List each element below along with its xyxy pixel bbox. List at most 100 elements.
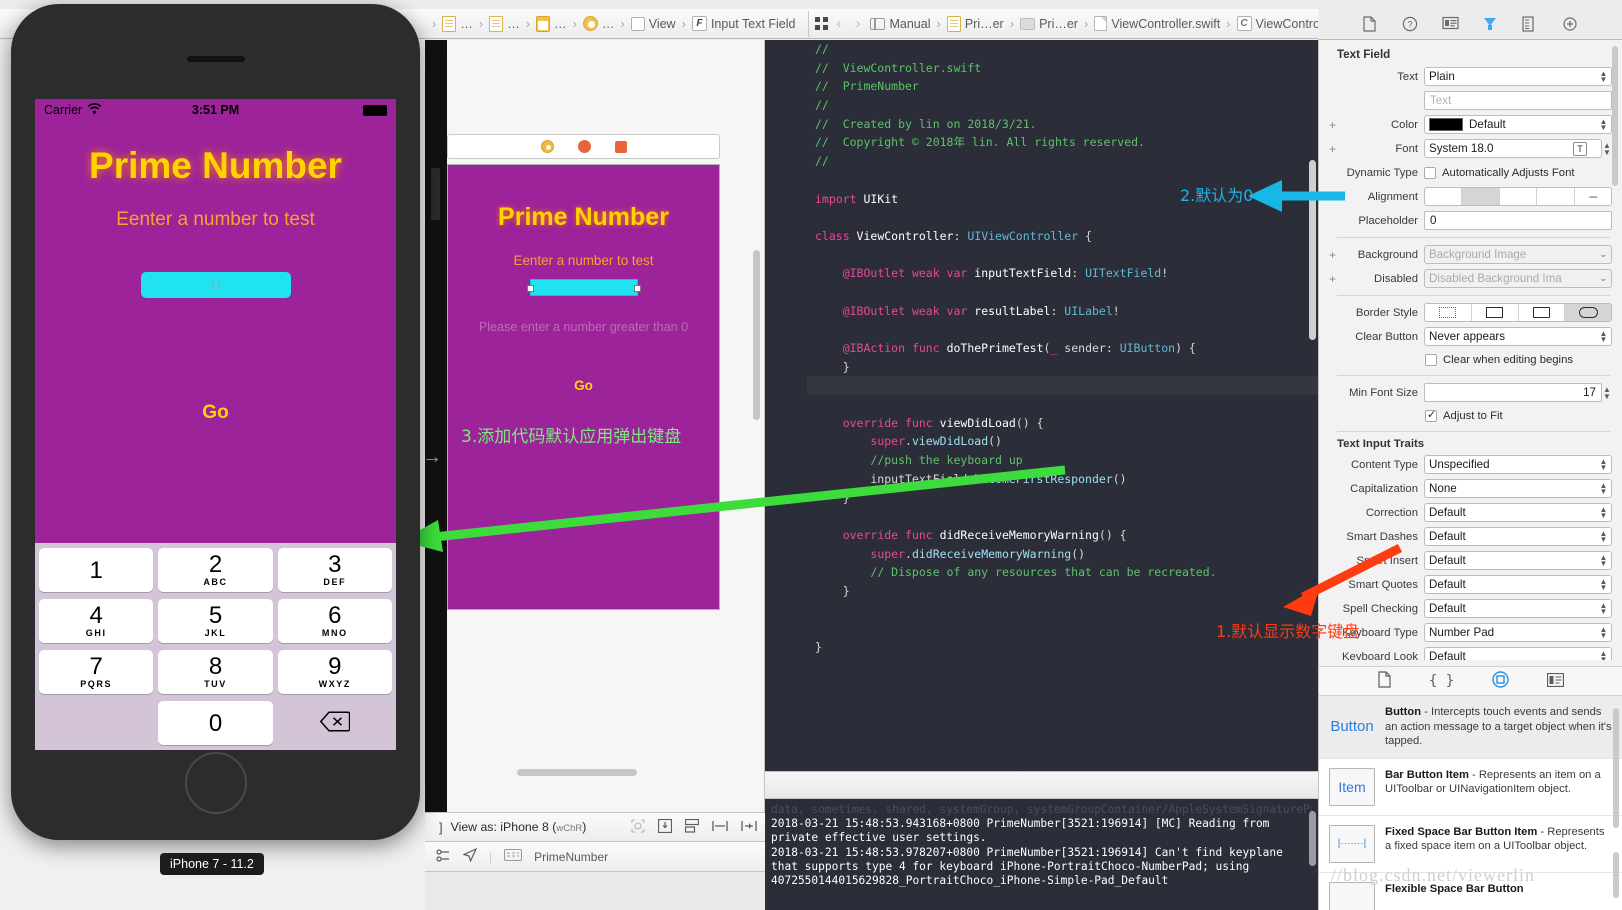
disabled-add-variation[interactable]: + (1327, 272, 1338, 286)
inspector-scrollbar[interactable] (1612, 46, 1618, 186)
font-add-variation[interactable]: + (1327, 142, 1338, 156)
align-icon[interactable] (684, 818, 700, 836)
identity-inspector-icon[interactable] (1442, 16, 1459, 32)
crumb-group-doc[interactable]: … (486, 15, 523, 32)
library-item[interactable]: |·······| Fixed Space Bar Button Item - R… (1319, 816, 1622, 873)
key-2[interactable]: 2 ABC (158, 548, 273, 592)
crumb-folder[interactable]: Pri…er (1017, 17, 1081, 31)
view-as-label[interactable]: View as: iPhone 8 (wChR) (451, 820, 587, 834)
border-line-button[interactable] (1472, 304, 1519, 321)
color-add-variation[interactable]: + (1327, 118, 1338, 132)
background-select[interactable]: Background Image ⌄ (1424, 245, 1612, 264)
text-content-input[interactable]: Text (1424, 91, 1612, 110)
debug-console[interactable]: data, sometimes, shared, systemGroup, sy… (765, 771, 1318, 910)
clear-when-editing-checkbox[interactable] (1425, 353, 1437, 366)
ios-simulator-window[interactable]: Carrier 3:51 PM Prime Number Eenter a nu… (11, 4, 420, 840)
crumb-project[interactable]: Pri…er (944, 15, 1007, 32)
first-responder-dock-icon[interactable] (577, 140, 591, 153)
auto-adjust-font-checkbox[interactable] (1424, 166, 1436, 179)
canvas-v-scrollbar[interactable] (753, 250, 760, 420)
align-justify-button[interactable] (1537, 188, 1575, 205)
resize-handle-left[interactable] (527, 285, 534, 292)
trait-select[interactable]: Default ▲ ▼ (1424, 575, 1612, 594)
app-input-text-field[interactable]: 0 (141, 272, 291, 298)
clear-button-select[interactable]: Never appears ▲ ▼ (1424, 327, 1612, 346)
attributes-inspector-icon[interactable] (1482, 16, 1498, 32)
trait-select[interactable]: Number Pad ▲ ▼ (1424, 623, 1612, 642)
crumb-scene[interactable]: … (580, 16, 618, 31)
canvas-h-scrollbar[interactable] (517, 769, 637, 776)
library-item[interactable]: Button Button - Intercepts touch events a… (1319, 696, 1622, 759)
attributes-inspector[interactable]: Text Field Text Plain ▲ ▼ Text + Color Def… (1318, 40, 1622, 910)
key-7[interactable]: 7 PQRS (39, 650, 154, 694)
align-right-button[interactable] (1500, 188, 1538, 205)
font-picker-icon[interactable]: T (1573, 142, 1587, 156)
scene-input-text-field[interactable] (527, 279, 641, 296)
color-swatch[interactable] (1429, 118, 1463, 131)
align-natural-button[interactable]: --- (1575, 188, 1611, 205)
placeholder-input[interactable]: 0 (1424, 211, 1612, 230)
trait-select[interactable]: Default ▲ ▼ (1424, 527, 1612, 546)
resize-handle-right[interactable] (634, 285, 641, 292)
scene-dock[interactable] (447, 134, 720, 159)
quick-help-icon[interactable]: ? (1402, 16, 1418, 32)
color-select[interactable]: Default ▲ ▼ (1424, 115, 1612, 134)
scheme-label[interactable]: PrimeNumber (534, 850, 608, 864)
library-scrollbar[interactable] (1613, 708, 1619, 828)
file-inspector-icon[interactable] (1362, 16, 1378, 32)
border-style-segments[interactable] (1424, 303, 1612, 322)
min-font-size-input[interactable]: 17 (1424, 383, 1602, 402)
media-library-icon[interactable] (1547, 672, 1565, 690)
trait-select[interactable]: Default ▲ ▼ (1424, 647, 1612, 660)
alignment-segments[interactable]: --- (1424, 187, 1612, 206)
crumb-project-doc[interactable]: … (439, 15, 476, 32)
align-center-button[interactable] (1462, 188, 1500, 205)
app-go-button[interactable]: Go (35, 402, 396, 424)
key-8[interactable]: 8 TUV (158, 650, 273, 694)
console-scrollbar[interactable] (1309, 811, 1316, 866)
min-font-size-stepper[interactable]: ▲ ▼ (1602, 385, 1612, 400)
key-6[interactable]: 6 MNO (277, 599, 392, 643)
editor-scrollbar[interactable] (1309, 160, 1316, 340)
border-bezel-button[interactable] (1519, 304, 1566, 321)
key-0[interactable]: 0 (158, 701, 273, 745)
code-snippet-library-icon[interactable]: { } (1429, 673, 1454, 689)
exit-dock-icon[interactable] (614, 140, 627, 153)
key-9[interactable]: 9 WXYZ (277, 650, 392, 694)
scene-go-button[interactable]: Go (448, 378, 719, 393)
background-add-variation[interactable]: + (1327, 248, 1338, 262)
crumb-input-text-field[interactable]: F Input Text Field (689, 16, 799, 31)
crumb-storyboard[interactable]: … (533, 15, 570, 32)
key-5[interactable]: 5 JKL (158, 599, 273, 643)
object-library-list[interactable]: Button Button - Intercepts touch events a… (1319, 696, 1622, 910)
simulator-screen[interactable]: Carrier 3:51 PM Prime Number Eenter a nu… (35, 99, 396, 750)
crumb-manual[interactable]: Manual (867, 17, 933, 31)
border-rounded-button[interactable] (1565, 304, 1611, 321)
trait-select[interactable]: Default ▲ ▼ (1424, 503, 1612, 522)
file-template-library-icon[interactable] (1377, 671, 1391, 691)
view-controller-dock-icon[interactable] (540, 140, 554, 153)
resolve-issues-icon[interactable] (741, 819, 757, 836)
embed-in-icon[interactable] (657, 818, 673, 836)
border-none-button[interactable] (1425, 304, 1472, 321)
interface-builder-canvas[interactable]: → Prime Number Eenter a number to test P… (425, 40, 765, 812)
forward-button[interactable]: › (848, 15, 867, 32)
connections-inspector-icon[interactable] (1562, 16, 1578, 32)
home-button[interactable] (184, 752, 247, 814)
disabled-select[interactable]: Disabled Background Ima ⌄ (1424, 269, 1612, 288)
object-library-icon[interactable] (1492, 671, 1509, 691)
library-scrollbar-lower[interactable] (1613, 852, 1619, 898)
adjust-to-fit-checkbox[interactable] (1425, 408, 1437, 422)
align-left-button[interactable] (1425, 188, 1463, 205)
update-frames-icon[interactable] (631, 818, 645, 836)
trait-select[interactable]: None ▲ ▼ (1424, 479, 1612, 498)
font-stepper[interactable]: ▲ ▼ (1602, 141, 1612, 156)
scene-view[interactable]: Prime Number Eenter a number to test Ple… (447, 164, 720, 610)
number-pad-keyboard[interactable]: 1 2 ABC 3 DEF 4 GHI 5 JKL 6 MNO 7 PQRS 8 TUV 9 WXYZ 0 (35, 543, 396, 750)
key-4[interactable]: 4 GHI (39, 599, 154, 643)
key-1[interactable]: 1 (39, 548, 154, 592)
add-constraints-icon[interactable] (712, 819, 728, 836)
size-inspector-icon[interactable] (1522, 16, 1538, 32)
library-item[interactable]: Item Bar Button Item - Represents an item… (1319, 759, 1622, 816)
location-icon[interactable] (462, 847, 478, 865)
